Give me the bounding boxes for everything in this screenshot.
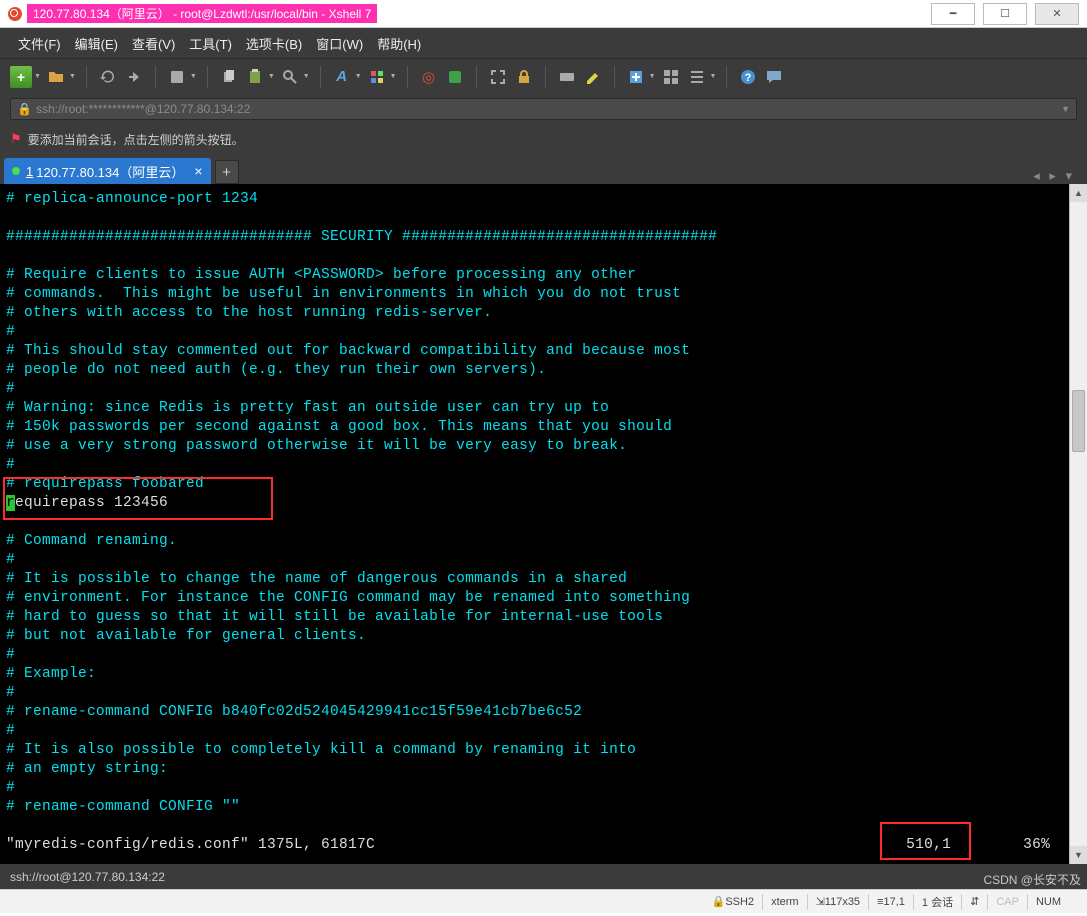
close-button[interactable]: ✕ [1035,3,1079,25]
connection-text: ssh://root@120.77.80.134:22 [10,870,165,884]
font-icon[interactable]: A [331,66,353,88]
window-buttons: ━ ☐ ✕ [931,3,1087,25]
svg-text:?: ? [745,72,752,84]
reconnect-icon[interactable] [97,66,119,88]
paste-icon[interactable] [244,66,266,88]
help-icon[interactable]: ? [737,66,759,88]
fullscreen-icon[interactable] [487,66,509,88]
tab-status-dot [12,167,20,175]
menu-bar: 文件(F) 编辑(E) 查看(V) 工具(T) 选项卡(B) 窗口(W) 帮助(… [0,28,1087,58]
add-icon[interactable] [625,66,647,88]
lock-icon[interactable] [513,66,535,88]
tile-icon[interactable] [660,66,682,88]
keyboard-icon[interactable] [556,66,578,88]
scroll-up-icon[interactable]: ▲ [1070,184,1087,202]
new-session-icon[interactable]: + [10,66,32,88]
menu-tabs[interactable]: 选项卡(B) [246,34,302,53]
address-input[interactable]: 🔒 ssh://root:************@120.77.80.134:… [10,98,1077,120]
tab-close-icon[interactable]: × [194,163,202,179]
title-bar: 120.77.80.134（阿里云） - root@Lzdwtl:/usr/lo… [0,0,1087,28]
menu-help[interactable]: 帮助(H) [377,34,421,53]
status-term: xterm [771,896,799,908]
menu-view[interactable]: 查看(V) [132,34,175,53]
address-text: ssh://root:************@120.77.80.134:22 [36,102,250,116]
status-lock-icon: 🔒 [712,895,726,908]
tab-bar: 1 120.77.80.134（阿里云） × + ◂ ▸ ▾ [0,154,1087,184]
watermark: CSDN @长安不及 [983,871,1081,888]
lock-small-icon: 🔒 [17,102,32,116]
highlight-icon[interactable] [582,66,604,88]
hint-text: 要添加当前会话，点击左侧的箭头按钮。 [28,131,244,148]
address-dropdown-icon[interactable]: ▼ [1061,104,1070,114]
tab-label: 120.77.80.134（阿里云） [36,162,184,181]
disconnect-icon[interactable] [123,66,145,88]
toolbar: +▼ ▼ ▼ ▼ ▼ A▼ ▼ ◎ ▼ ▼ ? [0,58,1087,94]
status-caps: CAP [996,896,1019,908]
app-icon [8,7,22,21]
window-title: 120.77.80.134（阿里云） - root@Lzdwtl:/usr/lo… [27,4,377,23]
address-bar: 🔒 ssh://root:************@120.77.80.134:… [0,94,1087,124]
scroll-down-icon[interactable]: ▼ [1070,846,1087,864]
menu-file[interactable]: 文件(F) [18,34,61,53]
xftp-icon[interactable] [444,66,466,88]
menu-tools[interactable]: 工具(T) [189,34,232,53]
xagent-icon[interactable]: ◎ [418,66,440,88]
status-bar: 🔒 SSH2 xterm ⇲ 117x35 ≡ 17,1 1 会话 ⇵ CAP … [0,889,1087,913]
status-updown-icon: ⇵ [970,895,979,908]
copy-icon[interactable] [218,66,240,88]
maximize-button[interactable]: ☐ [983,3,1027,25]
open-icon[interactable] [45,66,67,88]
status-size: 117x35 [825,896,860,908]
session-tab[interactable]: 1 120.77.80.134（阿里云） × [4,158,211,184]
hint-bar: ⚑ 要添加当前会话，点击左侧的箭头按钮。 [0,124,1087,154]
tab-nav-arrows[interactable]: ◂ ▸ ▾ [1033,168,1083,184]
status-size-icon: ⇲ [816,895,825,908]
status-num: NUM [1036,896,1061,908]
menu-window[interactable]: 窗口(W) [316,34,363,53]
color-icon[interactable] [366,66,388,88]
menu-edit[interactable]: 编辑(E) [75,34,118,53]
status-protocol: SSH2 [725,896,754,908]
new-tab-button[interactable]: + [215,160,239,184]
minimize-button[interactable]: ━ [931,3,975,25]
find-icon[interactable] [279,66,301,88]
chat-icon[interactable] [763,66,785,88]
hint-flag-icon: ⚑ [10,131,22,147]
status-session: 1 会话 [922,894,953,910]
scrollbar[interactable]: ▲ ▼ [1069,184,1087,864]
tab-number: 1 [26,164,33,179]
terminal[interactable]: # replica-announce-port 1234 ###########… [0,184,1087,864]
scroll-thumb[interactable] [1072,390,1085,452]
list-icon[interactable] [686,66,708,88]
status-cursor: 17,1 [883,896,904,908]
connection-status-bar: ssh://root@120.77.80.134:22 [0,864,1087,889]
properties-icon[interactable] [166,66,188,88]
